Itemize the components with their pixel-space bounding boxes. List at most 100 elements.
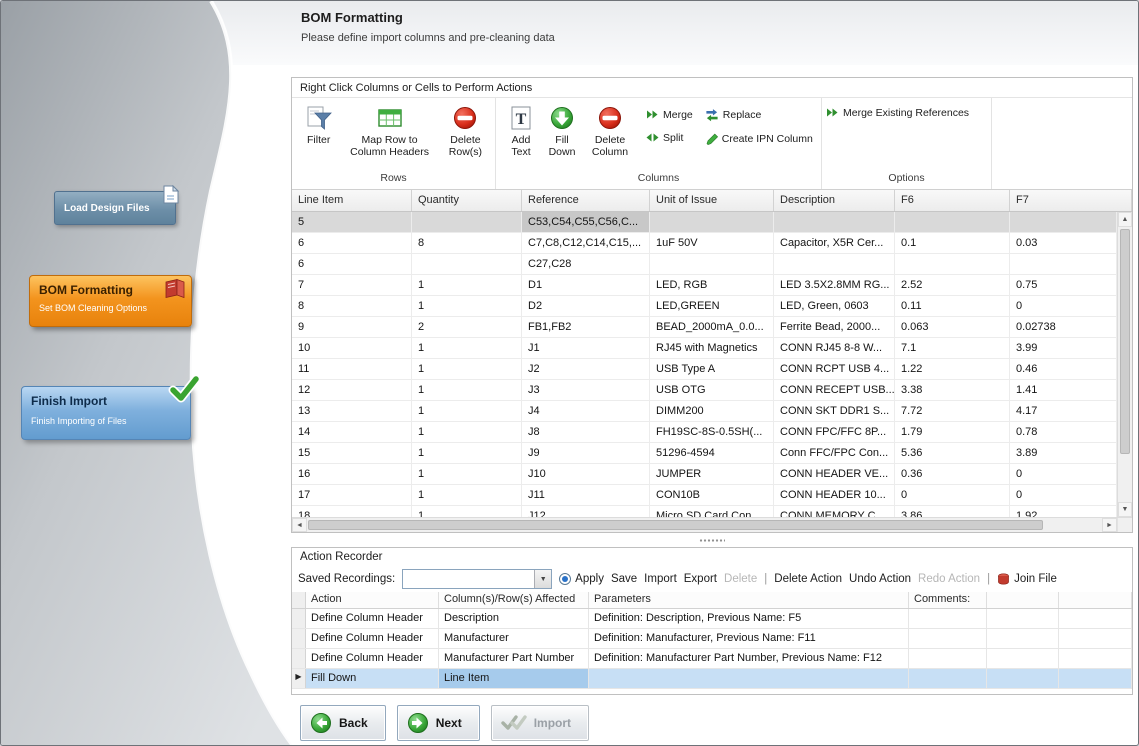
- cell-f6[interactable]: 7.72: [895, 401, 1010, 421]
- cell-f6[interactable]: 5.36: [895, 443, 1010, 463]
- step-bom-formatting[interactable]: BOM Formatting Set BOM Cleaning Options: [29, 275, 192, 327]
- table-row[interactable]: 18 1 J12 Micro SD Card Con... CONN MEMOR…: [292, 506, 1117, 517]
- table-row[interactable]: 12 1 J3 USB OTG CONN RECEPT USB... 3.38 …: [292, 380, 1117, 401]
- scroll-up-button[interactable]: ▲: [1118, 212, 1132, 227]
- cell-f6[interactable]: 0: [895, 485, 1010, 505]
- cell-f7[interactable]: 0: [1010, 296, 1117, 316]
- vertical-scroll-thumb[interactable]: [1120, 229, 1130, 454]
- cell-f6[interactable]: 0.063: [895, 317, 1010, 337]
- cell-reference[interactable]: J2: [522, 359, 650, 379]
- cell-unit-of-issue[interactable]: [650, 212, 774, 232]
- cell-f6[interactable]: 3.38: [895, 380, 1010, 400]
- cell-line-item[interactable]: 9: [292, 317, 412, 337]
- cell-line-item[interactable]: 14: [292, 422, 412, 442]
- cell-f6[interactable]: 3.86: [895, 506, 1010, 517]
- cell-affected[interactable]: Manufacturer: [439, 629, 589, 648]
- table-row[interactable]: 13 1 J4 DIMM200 CONN SKT DDR1 S... 7.72 …: [292, 401, 1117, 422]
- table-row[interactable]: 5 C53,C54,C55,C56,C...: [292, 212, 1117, 233]
- cell-reference[interactable]: J12: [522, 506, 650, 517]
- cell-affected[interactable]: Description: [439, 609, 589, 628]
- table-row[interactable]: 8 1 D2 LED,GREEN LED, Green, 0603 0.11 0: [292, 296, 1117, 317]
- cell-quantity[interactable]: 1: [412, 506, 522, 517]
- cell-parameters[interactable]: Definition: Manufacturer, Previous Name:…: [589, 629, 909, 648]
- cell-quantity[interactable]: 1: [412, 485, 522, 505]
- fill-down-button[interactable]: Fill Down: [542, 102, 582, 161]
- cell-description[interactable]: CONN FPC/FFC 8P...: [774, 422, 895, 442]
- cell-f6[interactable]: 0.36: [895, 464, 1010, 484]
- cell-action[interactable]: Define Column Header: [306, 609, 439, 628]
- back-button[interactable]: Back: [300, 705, 386, 741]
- cell-line-item[interactable]: 12: [292, 380, 412, 400]
- cell-quantity[interactable]: 1: [412, 401, 522, 421]
- table-row[interactable]: 15 1 J9 51296-4594 Conn FFC/FPC Con... 5…: [292, 443, 1117, 464]
- cell-reference[interactable]: D1: [522, 275, 650, 295]
- cell-parameters[interactable]: Definition: Description, Previous Name: …: [589, 609, 909, 628]
- column-header-comments[interactable]: Comments:: [909, 592, 987, 608]
- cell-parameters[interactable]: Definition: Manufacturer Part Number, Pr…: [589, 649, 909, 668]
- table-row[interactable]: 9 2 FB1,FB2 BEAD_2000mA_0.0... Ferrite B…: [292, 317, 1117, 338]
- cell-affected[interactable]: Manufacturer Part Number: [439, 649, 589, 668]
- cell-description[interactable]: LED, Green, 0603: [774, 296, 895, 316]
- cell-unit-of-issue[interactable]: 51296-4594: [650, 443, 774, 463]
- cell-line-item[interactable]: 7: [292, 275, 412, 295]
- split-button[interactable]: Split: [646, 131, 693, 144]
- cell-line-item[interactable]: 13: [292, 401, 412, 421]
- cell-reference[interactable]: C27,C28: [522, 254, 650, 274]
- cell-reference[interactable]: C7,C8,C12,C14,C15,...: [522, 233, 650, 253]
- saved-recordings-select[interactable]: ▼: [402, 569, 552, 589]
- cell-quantity[interactable]: 1: [412, 422, 522, 442]
- recorder-row[interactable]: Define Column Header Manufacturer Part N…: [292, 649, 1132, 669]
- table-row[interactable]: 6 8 C7,C8,C12,C14,C15,... 1uF 50V Capaci…: [292, 233, 1117, 254]
- cell-f6[interactable]: 1.22: [895, 359, 1010, 379]
- cell-description[interactable]: CONN HEADER VE...: [774, 464, 895, 484]
- column-header-reference[interactable]: Reference: [522, 190, 650, 211]
- cell-f6[interactable]: [895, 212, 1010, 232]
- table-row[interactable]: 16 1 J10 JUMPER CONN HEADER VE... 0.36 0: [292, 464, 1117, 485]
- cell-unit-of-issue[interactable]: LED, RGB: [650, 275, 774, 295]
- cell-f6[interactable]: 0.11: [895, 296, 1010, 316]
- delete-column-button[interactable]: Delete Column: [582, 102, 638, 161]
- cell-f6[interactable]: 1.79: [895, 422, 1010, 442]
- cell-line-item[interactable]: 6: [292, 254, 412, 274]
- cell-description[interactable]: [774, 212, 895, 232]
- cell-f7[interactable]: 1.41: [1010, 380, 1117, 400]
- cell-unit-of-issue[interactable]: LED,GREEN: [650, 296, 774, 316]
- cell-description[interactable]: LED 3.5X2.8MM RG...: [774, 275, 895, 295]
- cell-reference[interactable]: J1: [522, 338, 650, 358]
- cell-line-item[interactable]: 15: [292, 443, 412, 463]
- cell-description[interactable]: CONN RJ45 8-8 W...: [774, 338, 895, 358]
- recorder-row[interactable]: Define Column Header Description Definit…: [292, 609, 1132, 629]
- cell-f7[interactable]: 0.75: [1010, 275, 1117, 295]
- cell-line-item[interactable]: 18: [292, 506, 412, 517]
- cell-reference[interactable]: FB1,FB2: [522, 317, 650, 337]
- cell-f7[interactable]: 1.92: [1010, 506, 1117, 517]
- column-header-parameters[interactable]: Parameters: [589, 592, 909, 608]
- cell-comments[interactable]: [909, 669, 987, 688]
- import-recording-button[interactable]: Import: [644, 573, 677, 585]
- cell-reference[interactable]: J4: [522, 401, 650, 421]
- cell-line-item[interactable]: 17: [292, 485, 412, 505]
- column-header-affected[interactable]: Column(s)/Row(s) Affected: [439, 592, 589, 608]
- cell-quantity[interactable]: 1: [412, 275, 522, 295]
- cell-description[interactable]: CONN HEADER 10...: [774, 485, 895, 505]
- cell-unit-of-issue[interactable]: 1uF 50V: [650, 233, 774, 253]
- column-header-action[interactable]: Action: [306, 592, 439, 608]
- cell-unit-of-issue[interactable]: DIMM200: [650, 401, 774, 421]
- cell-parameters[interactable]: [589, 669, 909, 688]
- cell-quantity[interactable]: 8: [412, 233, 522, 253]
- import-button[interactable]: Import: [491, 705, 589, 741]
- column-header-line-item[interactable]: Line Item: [292, 190, 412, 211]
- cell-quantity[interactable]: [412, 212, 522, 232]
- column-header-f7[interactable]: F7: [1010, 190, 1132, 211]
- cell-unit-of-issue[interactable]: JUMPER: [650, 464, 774, 484]
- horizontal-scroll-track[interactable]: [307, 518, 1102, 532]
- cell-comments[interactable]: [909, 629, 987, 648]
- cell-line-item[interactable]: 10: [292, 338, 412, 358]
- cell-unit-of-issue[interactable]: Micro SD Card Con...: [650, 506, 774, 517]
- merge-button[interactable]: Merge: [646, 108, 693, 121]
- column-header-description[interactable]: Description: [774, 190, 895, 211]
- cell-quantity[interactable]: 1: [412, 338, 522, 358]
- vertical-scrollbar[interactable]: ▲ ▼: [1117, 212, 1132, 517]
- cell-reference[interactable]: J10: [522, 464, 650, 484]
- cell-quantity[interactable]: [412, 254, 522, 274]
